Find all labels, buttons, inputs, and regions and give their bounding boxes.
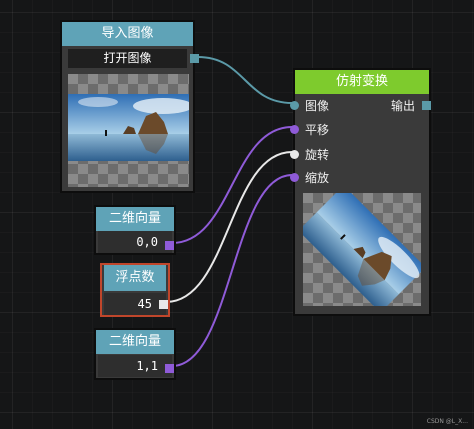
affine-output-pin[interactable] [422,101,431,110]
affine-rotate-label: 旋转 [305,148,330,162]
affine-transform-node[interactable]: 仿射变换 图像 输出 平移 旋转 缩放 [290,68,431,316]
landscape-image [68,94,189,161]
vector2-translate-value-field[interactable]: 0,0 [98,231,172,253]
vector2-scale-value-field[interactable]: 1,1 [98,355,172,377]
float-rotate-output-pin[interactable] [159,300,168,309]
wire-image-to-affine[interactable] [197,56,293,104]
import-image-preview [68,74,189,187]
affine-image-input-label: 图像 [305,99,330,113]
vector2-scale-output-pin[interactable] [165,364,174,373]
float-rotate-value-field[interactable]: 45 [104,293,166,315]
rotated-landscape-image [303,193,421,306]
vector2-translate-output-pin[interactable] [165,241,174,250]
affine-scale-label: 缩放 [305,171,330,185]
float-node-rotate[interactable]: 浮点数 45 [100,263,170,317]
wire-scale[interactable] [171,174,293,367]
vector2-node-translate[interactable]: 二维向量 0,0 [94,205,176,255]
affine-rotate-input-pin[interactable] [290,150,299,159]
open-image-button[interactable]: 打开图像 [68,49,187,68]
affine-translate-label: 平移 [305,123,330,137]
watermark-text: CSDN @L_X... [426,418,468,425]
vector2-node-scale[interactable]: 二维向量 1,1 [94,328,176,380]
import-image-node-title: 导入图像 [62,22,193,46]
import-output-pin[interactable] [190,54,199,63]
float-node-rotate-title: 浮点数 [104,265,166,291]
affine-translate-input-pin[interactable] [290,125,299,134]
vector2-node-scale-title: 二维向量 [96,330,174,354]
affine-image-input-pin[interactable] [290,101,299,110]
import-image-node[interactable]: 导入图像 打开图像 [60,20,199,193]
affine-transform-node-title: 仿射变换 [295,70,429,94]
vector2-node-translate-title: 二维向量 [96,207,174,231]
affine-result-preview [303,193,421,306]
affine-scale-input-pin[interactable] [290,173,299,182]
affine-output-label: 输出 [390,99,415,113]
